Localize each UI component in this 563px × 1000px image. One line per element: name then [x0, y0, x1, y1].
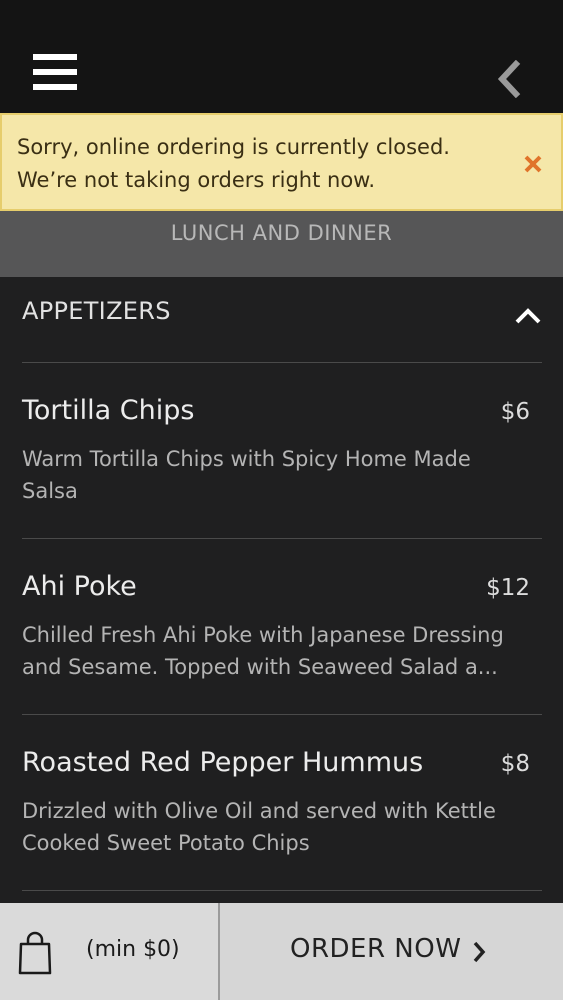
cart-minimum-label: (min $0)	[86, 937, 180, 962]
item-description-line: Cooked Sweet Potato Chips	[22, 831, 310, 855]
item-description: Chilled Fresh Ahi Poke with Japanese Dre…	[22, 619, 522, 683]
item-description-line: Chilled Fresh Ahi Poke with Japanese Dre…	[22, 623, 504, 647]
item-price: $6	[500, 399, 530, 425]
menu-item[interactable]: Ahi Poke $12 Chilled Fresh Ahi Poke with…	[0, 539, 563, 715]
cart-button[interactable]: (min $0)	[0, 903, 218, 1000]
item-price: $8	[500, 751, 530, 777]
item-name: Ahi Poke	[22, 571, 137, 602]
alert-message-line-1: Sorry, online ordering is currently clos…	[17, 135, 450, 159]
menu-item[interactable]: Tortilla Chips $6 Warm Tortilla Chips wi…	[0, 363, 563, 539]
item-description-line: Salsa	[22, 479, 78, 503]
chevron-right-icon	[472, 940, 486, 964]
bottom-bar: (min $0) ORDER NOW	[0, 903, 563, 1000]
section-header-appetizers[interactable]: APPETIZERS	[0, 278, 563, 362]
section-title: APPETIZERS	[22, 297, 171, 325]
item-description-line: and Sesame. Topped with Seaweed Salad a.…	[22, 655, 498, 679]
alert-message-line-2: We’re not taking orders right now.	[17, 168, 376, 192]
ordering-closed-alert: Sorry, online ordering is currently clos…	[0, 113, 563, 211]
item-description-line: Warm Tortilla Chips with Spicy Home Made	[22, 447, 471, 471]
close-icon[interactable]	[522, 153, 544, 175]
item-description: Warm Tortilla Chips with Spicy Home Made…	[22, 443, 522, 507]
hamburger-menu-icon[interactable]	[33, 54, 77, 90]
menu-item[interactable]: Roasted Red Pepper Hummus $8 Drizzled wi…	[0, 715, 563, 891]
item-description: Drizzled with Olive Oil and served with …	[22, 795, 522, 859]
order-now-button[interactable]: ORDER NOW	[220, 903, 563, 1000]
item-price: $12	[486, 575, 530, 601]
chevron-up-icon[interactable]	[514, 306, 542, 326]
chevron-left-icon[interactable]	[492, 59, 526, 99]
menu-category-bar[interactable]: LUNCH AND DINNER	[0, 211, 563, 277]
item-name: Tortilla Chips	[22, 395, 195, 426]
shopping-bag-icon	[17, 930, 53, 976]
order-now-label: ORDER NOW	[290, 934, 462, 964]
item-name: Roasted Red Pepper Hummus	[22, 747, 424, 778]
divider	[22, 890, 542, 891]
menu-category-label: LUNCH AND DINNER	[170, 221, 393, 245]
item-description-line: Drizzled with Olive Oil and served with …	[22, 799, 496, 823]
top-bar	[0, 0, 563, 113]
alert-message: Sorry, online ordering is currently clos…	[17, 131, 450, 197]
